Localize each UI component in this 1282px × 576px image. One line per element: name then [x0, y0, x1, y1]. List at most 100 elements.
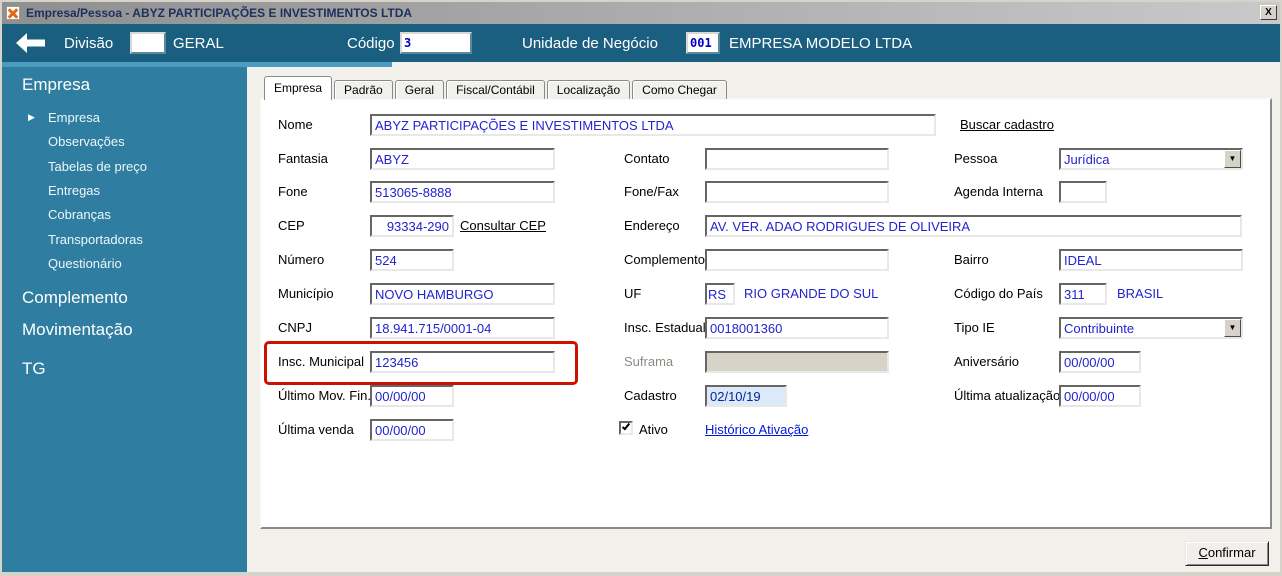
suframa-label: Suframa [624, 354, 674, 369]
complemento-label: Complemento [624, 252, 705, 267]
pessoa-value: Jurídica [1064, 151, 1110, 167]
business-unit-code-input[interactable] [686, 32, 720, 54]
sidebar: Empresa ▶ Empresa Observações Tabelas de… [2, 67, 247, 573]
sidebar-item-transportadoras[interactable]: Transportadoras [48, 232, 143, 247]
aniversario-label: Aniversário [954, 354, 1020, 369]
codigo-pais-name: BRASIL [1117, 286, 1164, 301]
contato-input[interactable] [705, 148, 889, 170]
codigo-pais-input[interactable] [1059, 283, 1107, 305]
numero-input[interactable] [370, 249, 454, 271]
division-code-input[interactable] [130, 32, 166, 54]
bairro-label: Bairro [954, 252, 989, 267]
sidebar-section-empresa[interactable]: Empresa [22, 75, 90, 95]
window-title: Empresa/Pessoa - ABYZ PARTICIPAÇÕES E IN… [26, 6, 413, 20]
tab-localizacao[interactable]: Localização [546, 80, 631, 99]
aniversario-input[interactable] [1059, 351, 1141, 373]
tab-fiscal-contabil[interactable]: Fiscal/Contábil [446, 80, 545, 99]
cnpj-input[interactable] [370, 317, 555, 339]
sidebar-item-empresa[interactable]: Empresa [48, 110, 100, 125]
municipio-input[interactable] [370, 283, 555, 305]
uf-label: UF [624, 286, 642, 301]
endereco-label: Endereço [624, 218, 680, 233]
uf-input[interactable] [705, 283, 735, 305]
insc-estadual-input[interactable] [705, 317, 889, 339]
ultima-atualizacao-label: Última atualização [954, 388, 1061, 403]
insc-municipal-input[interactable] [370, 351, 555, 373]
fone-fax-label: Fone/Fax [624, 184, 679, 199]
tipo-ie-value: Contribuinte [1064, 320, 1135, 336]
pessoa-select[interactable]: Jurídica ▼ [1059, 148, 1243, 170]
back-button[interactable] [14, 32, 46, 54]
cadastro-label: Cadastro [624, 388, 677, 403]
endereco-input[interactable] [705, 215, 1242, 237]
ultimo-mov-fin-input[interactable] [370, 385, 454, 407]
contato-label: Contato [624, 151, 670, 166]
uf-name: RIO GRANDE DO SUL [744, 286, 879, 301]
ultima-venda-label: Última venda [278, 422, 354, 437]
fone-label: Fone [278, 184, 308, 199]
chevron-down-icon[interactable]: ▼ [1224, 150, 1241, 168]
nome-input[interactable] [370, 114, 936, 136]
sidebar-item-observacoes[interactable]: Observações [48, 134, 125, 149]
division-name: GERAL [173, 35, 224, 52]
code-label: Código [347, 35, 395, 52]
tab-empresa[interactable]: Empresa [264, 76, 333, 100]
buscar-cadastro-link[interactable]: Buscar cadastro [960, 117, 1054, 132]
ultimo-mov-fin-label: Último Mov. Fin. [278, 388, 371, 403]
nome-label: Nome [278, 117, 313, 132]
fantasia-label: Fantasia [278, 151, 328, 166]
close-icon[interactable]: X [1260, 5, 1277, 20]
sidebar-section-tg[interactable]: TG [22, 359, 46, 379]
app-icon [6, 6, 20, 20]
agenda-interna-label: Agenda Interna [954, 184, 1043, 199]
historico-ativacao-link[interactable]: Histórico Ativação [705, 422, 808, 437]
sidebar-item-entregas[interactable]: Entregas [48, 183, 100, 198]
window-bottom-edge [2, 572, 1280, 574]
insc-municipal-label: Insc. Municipal [278, 354, 364, 369]
tab-bar: Empresa Padrão Geral Fiscal/Contábil Loc… [264, 76, 729, 100]
ultima-venda-input[interactable] [370, 419, 454, 441]
app-window: Empresa/Pessoa - ABYZ PARTICIPAÇÕES E IN… [0, 0, 1282, 576]
back-arrow-icon [16, 33, 45, 53]
fone-input[interactable] [370, 181, 555, 203]
ativo-checkbox[interactable] [619, 421, 633, 435]
sidebar-item-tabelas-de-preco[interactable]: Tabelas de preço [48, 159, 147, 174]
cnpj-label: CNPJ [278, 320, 312, 335]
chevron-down-icon[interactable]: ▼ [1224, 319, 1241, 337]
complemento-input[interactable] [705, 249, 889, 271]
cep-input[interactable] [370, 215, 454, 237]
sidebar-item-questionario[interactable]: Questionário [48, 256, 122, 271]
sidebar-section-movimentacao[interactable]: Movimentação [22, 320, 133, 340]
bairro-input[interactable] [1059, 249, 1243, 271]
sidebar-item-cobrancas[interactable]: Cobranças [48, 207, 111, 222]
agenda-interna-input[interactable] [1059, 181, 1107, 203]
tab-geral[interactable]: Geral [394, 80, 445, 99]
division-label: Divisão [64, 35, 114, 52]
fantasia-input[interactable] [370, 148, 555, 170]
confirmar-button[interactable]: Confirmar [1185, 541, 1269, 566]
municipio-label: Município [278, 286, 334, 301]
selected-item-arrow-icon: ▶ [28, 112, 35, 122]
insc-estadual-label: Insc. Estadual [624, 320, 706, 335]
fone-fax-input[interactable] [705, 181, 889, 203]
confirmar-button-label: Confirmar [1198, 545, 1256, 560]
numero-label: Número [278, 252, 325, 267]
business-unit-label: Unidade de Negócio [522, 35, 658, 52]
tab-como-chegar[interactable]: Como Chegar [632, 80, 727, 99]
business-unit-name: EMPRESA MODELO LTDA [729, 35, 913, 52]
ultima-atualizacao-input[interactable] [1059, 385, 1141, 407]
sidebar-section-complemento[interactable]: Complemento [22, 288, 128, 308]
toolbar: Divisão GERAL Código Unidade de Negócio … [2, 24, 1280, 62]
cep-label: CEP [278, 218, 305, 233]
ativo-label: Ativo [639, 422, 668, 437]
pessoa-label: Pessoa [954, 151, 998, 166]
tipo-ie-label: Tipo IE [954, 320, 995, 335]
tab-padrao[interactable]: Padrão [334, 80, 393, 99]
cadastro-input[interactable] [705, 385, 787, 407]
title-bar: Empresa/Pessoa - ABYZ PARTICIPAÇÕES E IN… [2, 2, 1280, 24]
tipo-ie-select[interactable]: Contribuinte ▼ [1059, 317, 1243, 339]
suframa-input [705, 351, 889, 373]
check-icon [621, 421, 631, 431]
code-input[interactable] [400, 32, 472, 54]
consultar-cep-link[interactable]: Consultar CEP [460, 218, 546, 233]
